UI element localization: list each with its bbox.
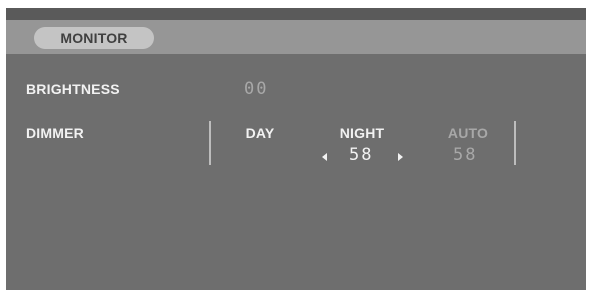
dimmer-mode-day[interactable]: DAY bbox=[228, 125, 292, 141]
brightness-value[interactable]: 00 bbox=[244, 79, 268, 99]
dimmer-mode-night[interactable]: NIGHT bbox=[328, 125, 396, 141]
dimmer-mode-auto[interactable]: AUTO bbox=[434, 125, 502, 141]
auto-value: 58 bbox=[453, 145, 478, 165]
brightness-label: BRIGHTNESS bbox=[26, 81, 120, 97]
monitor-panel: MONITOR BRIGHTNESS 00 DIMMER DAY NIGHT 5… bbox=[6, 8, 586, 290]
screen-frame: MONITOR BRIGHTNESS 00 DIMMER DAY NIGHT 5… bbox=[0, 0, 593, 294]
tab-monitor[interactable]: MONITOR bbox=[34, 27, 154, 49]
chevron-right-icon[interactable] bbox=[398, 153, 403, 161]
tab-bar: MONITOR bbox=[6, 20, 586, 54]
chevron-left-icon[interactable] bbox=[322, 153, 327, 161]
dimmer-bracket-left bbox=[209, 121, 211, 165]
top-strip bbox=[6, 8, 586, 20]
night-value[interactable]: 58 bbox=[349, 145, 373, 165]
dimmer-label: DIMMER bbox=[26, 125, 84, 141]
dimmer-bracket-right bbox=[514, 121, 516, 165]
